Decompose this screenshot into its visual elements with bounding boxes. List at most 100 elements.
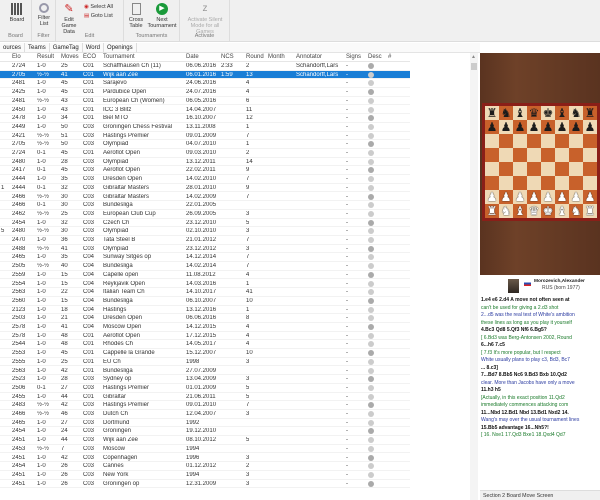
square[interactable] <box>569 148 583 162</box>
notation-line[interactable]: clear. More than Jacobs have only a move <box>481 380 598 388</box>
black-king-icon[interactable]: ♚ <box>543 106 554 120</box>
square[interactable]: ♟ <box>485 190 499 204</box>
game-row[interactable]: 2451 1-0 26 C03 Groningen op 12.31.2009 3 - <box>0 480 410 489</box>
square[interactable]: ♟ <box>485 120 499 134</box>
game-row[interactable]: 2425 1-0 45 C01 Pardubice Open 24.07.2016 4 - <box>0 88 410 97</box>
select-all-button[interactable]: ◉ Select All <box>84 4 113 10</box>
black-bishop-icon[interactable]: ♝ <box>515 106 526 120</box>
game-row[interactable]: 2466 ½-½ 30 C03 Gibraltar Masters 14.02.2009 7… <box>0 193 410 202</box>
game-row[interactable]: 2705 ½-½ 41 C01 Wijk aan Zee 06.01.2016 1:59 13… <box>0 70 410 80</box>
silent-mode-button[interactable]: z Activate Silent Mode for all Games <box>182 3 228 35</box>
game-row[interactable]: 2466 0-1 30 C03 Bundesliga 22.01.2005 - <box>0 201 410 210</box>
next-tournament-button[interactable]: ▶ Next Tournament <box>146 3 178 29</box>
game-row[interactable]: 2559 1-0 15 C04 Capelle open 11.08.2012 4 - <box>0 271 410 280</box>
white-pawn-icon[interactable]: ♟ <box>585 190 596 204</box>
black-knight-icon[interactable]: ♞ <box>571 106 582 120</box>
square[interactable] <box>513 148 527 162</box>
game-row[interactable]: 2480 1-0 28 C03 Olympiad 13.12.2011 14 - <box>0 158 410 167</box>
game-row[interactable]: 2451 1-0 26 C03 New York 1994 3 - <box>0 471 410 480</box>
game-row[interactable]: 2451 1-0 42 C03 Copenhagen 1996 3 - <box>0 454 410 463</box>
square[interactable]: ♞ <box>569 204 583 218</box>
notation-line[interactable]: 1.e4 e6 2.d4 A move not often seen at <box>481 297 598 305</box>
tab-word[interactable]: Word <box>83 43 104 52</box>
game-row[interactable]: 2563 1-0 22 C04 Italian Team Ch 14.10.2017 41 - <box>0 288 410 297</box>
notation-line[interactable]: 7...Bd7 8.Bb5 Nc6 9.Bd3 Bxb 10.Qd2 <box>481 372 598 380</box>
game-row[interactable]: 2449 1-0 50 C03 Groningen Chess Festival 13.1… <box>0 123 410 132</box>
square[interactable] <box>513 176 527 190</box>
game-row[interactable]: 2724 0-1 45 C01 Aeroflot Open 09.03.2010 2 - <box>0 149 410 158</box>
square[interactable]: ♟ <box>513 190 527 204</box>
black-pawn-icon[interactable]: ♟ <box>585 120 596 134</box>
notation-line[interactable]: 11...Nbd 12.Bd1 Nbd 13.Bd1 Nxd2 14. <box>481 410 598 418</box>
column-header[interactable]: Result <box>37 54 54 60</box>
game-row[interactable]: 2523 1-0 28 C03 Sydney op 13.04.2009 3 - <box>0 375 410 384</box>
game-row[interactable]: 2453 ½-½ 7 C03 Moscow 1994 - <box>0 445 410 454</box>
square[interactable]: ♟ <box>583 120 597 134</box>
game-row[interactable]: 1 2444 0-1 32 C03 Gibraltar Masters 28.01.2010… <box>0 184 410 193</box>
game-row[interactable]: 2470 1-0 36 C03 Tata Steel B 21.01.2012 7 - <box>0 236 410 245</box>
white-rook-icon[interactable]: ♜ <box>487 204 498 218</box>
game-row[interactable]: 2417 0-1 45 C03 Aeroflot Open 22.02.2011 9 - <box>0 166 410 176</box>
game-row[interactable]: 2462 ½-½ 25 C03 European Club Cup 26.09.2005 3… <box>0 210 410 219</box>
cross-table-button[interactable]: Cross Table <box>126 3 146 29</box>
game-row[interactable]: 2451 1-0 44 C03 Wijk aan Zee 08.10.2012 5 - <box>0 436 410 445</box>
square[interactable] <box>527 134 541 148</box>
square[interactable] <box>541 134 555 148</box>
game-row[interactable]: 2421 ½-½ 51 C03 Hastings Premier 09.01.2009 7 - <box>0 132 410 141</box>
square[interactable]: ♜ <box>583 106 597 120</box>
square[interactable] <box>583 162 597 176</box>
column-header[interactable]: Desc <box>368 54 382 60</box>
square[interactable] <box>583 176 597 190</box>
square[interactable] <box>527 148 541 162</box>
column-header[interactable]: NCS <box>221 54 234 60</box>
square[interactable] <box>485 134 499 148</box>
game-row[interactable]: 2553 1-0 45 C01 Cappelle la Grande 15.12.2007… <box>0 349 410 358</box>
square[interactable]: ♟ <box>527 120 541 134</box>
black-pawn-icon[interactable]: ♟ <box>571 120 582 134</box>
notation-line[interactable]: can't be used for giving a 2.d3 shot <box>481 305 598 313</box>
notation-line[interactable]: ... 8.c3] <box>481 365 598 373</box>
black-queen-icon[interactable]: ♛ <box>529 106 540 120</box>
square[interactable] <box>555 148 569 162</box>
game-row[interactable]: 2481 1-0 45 C01 Sarajevo 24.06.2016 4 - <box>0 79 410 89</box>
black-pawn-icon[interactable]: ♟ <box>501 120 512 134</box>
square[interactable]: ♟ <box>499 190 513 204</box>
white-bishop-icon[interactable]: ♝ <box>557 204 568 218</box>
square[interactable]: ♞ <box>499 106 513 120</box>
square[interactable] <box>527 176 541 190</box>
game-row[interactable]: 5 2480 ½-½ 30 C03 Olympiad 02.10.2010 3 - <box>0 227 410 236</box>
white-pawn-icon[interactable]: ♟ <box>557 190 568 204</box>
game-row[interactable]: 2554 1-0 15 C04 Reykjavik Open 14.03.2016 1 - <box>0 280 410 289</box>
column-header[interactable]: Elo <box>12 54 21 60</box>
square[interactable]: ♝ <box>513 106 527 120</box>
column-header[interactable]: Annotator <box>296 54 322 60</box>
square[interactable]: ♜ <box>485 106 499 120</box>
notation-line[interactable]: immediately commences attacking com <box>481 402 598 410</box>
notation-line[interactable]: [ 6.Bd3 was Berg-Antonsen 2002, Round <box>481 335 598 343</box>
square[interactable] <box>513 162 527 176</box>
black-bishop-icon[interactable]: ♝ <box>557 106 568 120</box>
game-row[interactable]: 2563 1-0 42 C01 Bundesliga 27.07.2009 - <box>0 367 410 376</box>
black-rook-icon[interactable]: ♜ <box>487 106 498 120</box>
white-king-icon[interactable]: ♚ <box>543 204 554 218</box>
game-row[interactable]: 2465 1-0 35 C04 Sunway Sitges op 14.12.2014 7 - <box>0 253 410 263</box>
square[interactable]: ♟ <box>499 120 513 134</box>
notation-line[interactable]: 6...h6 7.c5 <box>481 342 598 350</box>
square[interactable] <box>499 134 513 148</box>
square[interactable]: ♟ <box>583 190 597 204</box>
game-row[interactable]: 2478 1-0 34 C01 Biel MTO 16.10.2007 12 - <box>0 114 410 123</box>
vertical-scrollbar[interactable]: ▲ <box>470 53 478 500</box>
column-header[interactable]: Date <box>186 54 199 60</box>
square[interactable] <box>569 176 583 190</box>
square[interactable]: ♝ <box>555 106 569 120</box>
square[interactable]: ♜ <box>485 204 499 218</box>
column-header[interactable]: ECO <box>83 54 96 60</box>
square[interactable]: ♚ <box>541 106 555 120</box>
game-row[interactable]: 2488 ½-½ 41 C03 Olympiad 23.12.2012 3 - <box>0 245 410 254</box>
game-row[interactable]: 2705 ½-½ 50 C03 Olympiad 04.07.2010 1 - <box>0 140 410 149</box>
square[interactable]: ♟ <box>513 120 527 134</box>
game-row[interactable]: 2465 1-0 27 C03 Dortmund 1992 - <box>0 419 410 428</box>
notation-line[interactable]: 11.h3 h5 <box>481 387 598 395</box>
game-row[interactable]: 2578 1-0 48 C01 Aeroflot Open 17.12.2015 4 - <box>0 332 410 341</box>
white-knight-icon[interactable]: ♞ <box>501 204 512 218</box>
